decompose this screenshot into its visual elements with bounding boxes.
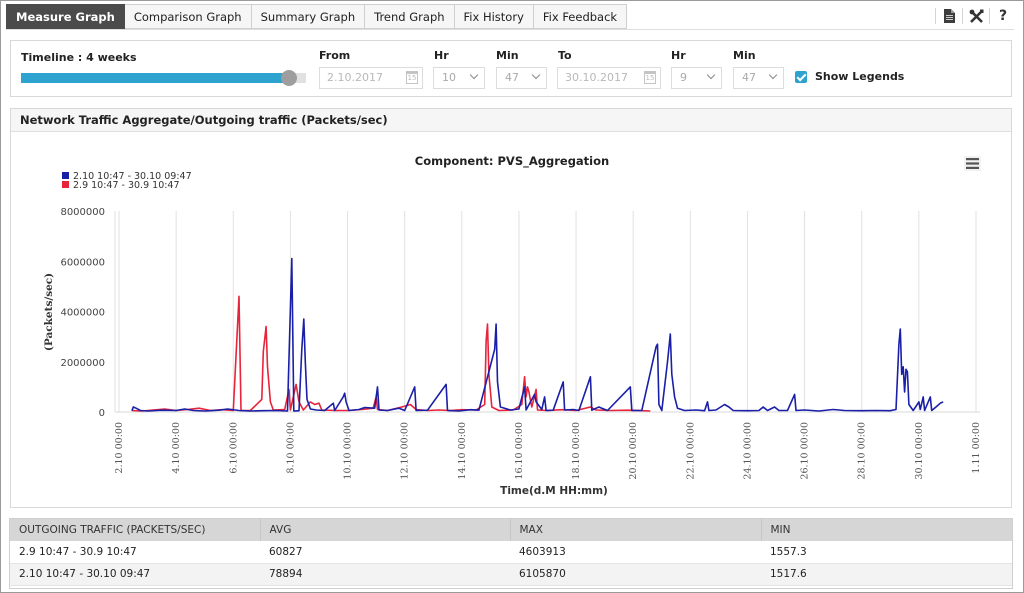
- x-axis-title: Time(d.M HH:mm): [500, 485, 608, 497]
- x-tick-label: 26.10 00:00: [800, 422, 811, 480]
- column-header-series: OUTGOING TRAFFIC (PACKETS/SEC): [10, 519, 261, 541]
- line-chart: 0 2000000 4000000 6000000 8000000 2.10 00:00…: [43, 154, 982, 497]
- series-line-previous[interactable]: [131, 295, 651, 412]
- series-line-current[interactable]: [131, 257, 944, 412]
- table-header-row: OUTGOING TRAFFIC (PACKETS/SEC) AVG MAX M…: [10, 519, 1012, 541]
- y-tick-label: 2000000: [60, 358, 105, 369]
- cell-avg: 78894: [260, 563, 510, 586]
- x-tick-label: 14.10 00:00: [457, 422, 468, 480]
- chart-legend: 2.10 10:47 - 30.10 09:472.9 10:47 - 30.9…: [62, 171, 192, 191]
- legend-swatch: [62, 181, 69, 188]
- x-tick-label: 22.10 00:00: [685, 422, 696, 480]
- column-header-max: MAX: [510, 519, 762, 541]
- x-tick-label: 6.10 00:00: [228, 422, 239, 474]
- x-tick-label: 16.10 00:00: [514, 422, 525, 480]
- x-tick-label: 18.10 00:00: [571, 422, 582, 480]
- chart-title: Component: PVS_Aggregation: [415, 154, 609, 169]
- stats-table: OUTGOING TRAFFIC (PACKETS/SEC) AVG MAX M…: [10, 519, 1012, 586]
- x-tick-label: 4.10 00:00: [171, 422, 182, 474]
- y-tick-label: 8000000: [60, 207, 105, 218]
- chart-gridlines: [114, 211, 980, 413]
- legend-swatch: [62, 172, 69, 179]
- y-axis-title: (Packets/sec): [43, 273, 55, 351]
- cell-max: 4603913: [510, 541, 761, 564]
- y-axis: 0 2000000 4000000 6000000 8000000: [60, 207, 105, 419]
- column-header-min: MIN: [761, 519, 1012, 541]
- x-tick-label: 20.10 00:00: [628, 422, 639, 480]
- column-header-avg: AVG: [260, 519, 511, 541]
- x-tick-label: 1.11 00:00: [971, 422, 982, 474]
- chart-series: [131, 257, 944, 412]
- cell-series: 2.10 10:47 - 30.10 09:47: [10, 563, 260, 586]
- x-tick-label: 10.10 00:00: [343, 422, 354, 480]
- x-axis: 2.10 00:00 4.10 00:00 6.10 00:00 8.10 00:00…: [114, 422, 982, 480]
- legend-item-label[interactable]: 2.9 10:47 - 30.9 10:47: [73, 180, 180, 191]
- x-tick-label: 28.10 00:00: [857, 422, 868, 480]
- y-tick-label: 6000000: [60, 257, 105, 268]
- x-tick-label: 8.10 00:00: [285, 422, 296, 474]
- x-tick-label: 2.10 00:00: [114, 422, 125, 474]
- cell-min: 1557.3: [761, 541, 1012, 564]
- table-row: 2.9 10:47 - 30.9 10:47 60827 4603913 155…: [10, 541, 1012, 564]
- y-tick-label: 0: [99, 408, 105, 419]
- x-tick-label: 24.10 00:00: [742, 422, 753, 480]
- x-tick-label: 12.10 00:00: [400, 422, 411, 480]
- table-row: 2.10 10:47 - 30.10 09:47 78894 6105870 1…: [10, 563, 1012, 586]
- cell-avg: 60827: [260, 541, 510, 564]
- hamburger-menu-icon[interactable]: [964, 156, 981, 171]
- cell-max: 6105870: [510, 563, 761, 586]
- cell-series: 2.9 10:47 - 30.9 10:47: [10, 541, 260, 564]
- y-tick-label: 4000000: [60, 308, 105, 319]
- x-tick-label: 30.10 00:00: [914, 422, 925, 480]
- cell-min: 1517.6: [761, 563, 1012, 586]
